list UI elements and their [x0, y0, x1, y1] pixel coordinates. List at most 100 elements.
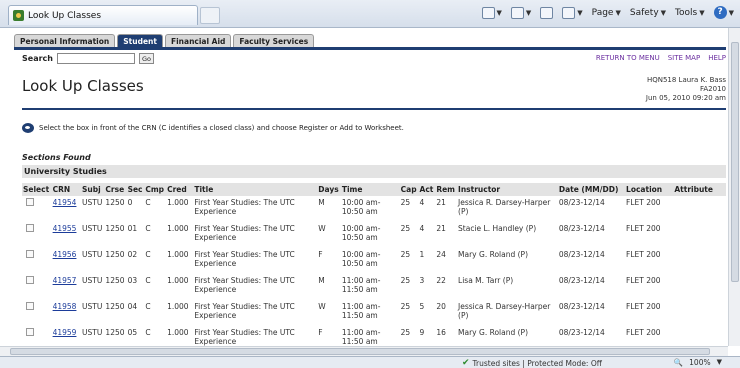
- horizontal-scrollbar[interactable]: [0, 346, 728, 356]
- subj-cell: USTU: [81, 276, 103, 285]
- tab-student[interactable]: Student: [117, 34, 163, 48]
- crse-cell: 1250: [105, 276, 125, 285]
- time-cell: 10:00 am-10:50 am: [341, 198, 381, 216]
- act-cell: 1: [419, 250, 425, 259]
- vertical-scrollbar[interactable]: [728, 28, 740, 346]
- select-checkbox[interactable]: [26, 302, 34, 310]
- info-icon: [22, 123, 34, 133]
- crse-cell: 1250: [105, 224, 125, 233]
- home-button[interactable]: ▼: [481, 6, 502, 19]
- subj-cell: USTU: [81, 198, 103, 207]
- vertical-scroll-thumb[interactable]: [731, 42, 739, 282]
- title-cell: First Year Studies: The UTC Experience: [194, 198, 295, 216]
- info-message: Select the box in front of the CRN (C id…: [22, 123, 404, 133]
- sec-cell: 04: [127, 302, 138, 311]
- mail-icon: [540, 6, 554, 19]
- crn-link[interactable]: 41956: [53, 250, 77, 259]
- feeds-button[interactable]: ▼: [510, 6, 531, 19]
- act-cell: 4: [419, 198, 425, 207]
- column-header: Rem: [435, 183, 458, 196]
- days-cell: W: [318, 302, 326, 311]
- tab-financial-aid[interactable]: Financial Aid: [164, 34, 232, 48]
- table-row: 41958 USTU 1250 04 C 1.000 First Year St…: [22, 300, 726, 326]
- column-header: Subj: [80, 183, 105, 196]
- table-row: 41955 USTU 1250 01 C 1.000 First Year St…: [22, 222, 726, 248]
- tab-personal-information[interactable]: Personal Information: [14, 34, 116, 48]
- select-checkbox[interactable]: [26, 198, 34, 206]
- site-map-link[interactable]: SITE MAP: [668, 54, 700, 62]
- time-cell: 10:00 am-10:50 am: [341, 224, 381, 242]
- browser-toolbar: Look Up Classes ▼ ▼ ▼ Page ▼ Safety ▼ Tool…: [0, 0, 740, 28]
- tab-faculty-services[interactable]: Faculty Services: [233, 34, 315, 48]
- instructor-cell: Jessica R. Darsey-Harper (P): [458, 198, 551, 216]
- cred-cell: 1.000: [167, 302, 189, 311]
- command-bar: ▼ ▼ ▼ Page ▼ Safety ▼ Tools ▼ ? ▼: [481, 6, 734, 19]
- safety-menu[interactable]: Safety ▼: [630, 8, 666, 18]
- attribute-cell: [673, 222, 726, 248]
- subj-cell: USTU: [81, 250, 103, 259]
- browser-tab[interactable]: Look Up Classes: [8, 5, 198, 25]
- security-zone[interactable]: ✔ Trusted sites | Protected Mode: Off: [462, 358, 602, 368]
- cmp-cell: C: [145, 302, 151, 311]
- favicon-icon: [13, 10, 24, 21]
- horizontal-scroll-thumb[interactable]: [10, 348, 710, 355]
- date-cell: 08/23-12/14: [558, 198, 605, 207]
- attribute-cell: [673, 274, 726, 300]
- crn-link[interactable]: 41957: [53, 276, 77, 285]
- rem-cell: 21: [436, 198, 446, 207]
- column-header: CRN: [51, 183, 81, 196]
- column-header: Cmp: [144, 183, 167, 196]
- zoom-icon: 🔍: [673, 358, 684, 367]
- sec-cell: 02: [127, 250, 138, 259]
- cred-cell: 1.000: [167, 198, 189, 207]
- tools-menu[interactable]: Tools ▼: [675, 8, 705, 18]
- table-row: 41956 USTU 1250 02 C 1.000 First Year St…: [22, 248, 726, 274]
- zoom-control[interactable]: 🔍 100% ▼: [674, 358, 722, 367]
- subj-cell: USTU: [81, 224, 103, 233]
- cmp-cell: C: [145, 198, 151, 207]
- title-cell: First Year Studies: The UTC Experience: [194, 276, 295, 294]
- cmp-cell: C: [145, 250, 151, 259]
- tab-divider: [14, 47, 726, 50]
- instructor-cell: Jessica R. Darsey-Harper (P): [458, 302, 551, 320]
- location-cell: FLET 200: [626, 276, 661, 285]
- zoom-level: 100%: [689, 358, 711, 367]
- location-cell: FLET 200: [626, 224, 661, 233]
- cred-cell: 1.000: [167, 250, 189, 259]
- column-header: Select: [22, 183, 52, 196]
- select-checkbox[interactable]: [26, 224, 34, 232]
- mail-button[interactable]: [540, 6, 554, 19]
- table-row: 41954 USTU 1250 0 C 1.000 First Year Stu…: [22, 196, 726, 222]
- page-menu[interactable]: Page ▼: [592, 8, 621, 18]
- select-checkbox[interactable]: [26, 250, 34, 258]
- new-tab-button[interactable]: [200, 7, 220, 24]
- sec-cell: 01: [127, 224, 138, 233]
- crn-link[interactable]: 41955: [53, 224, 77, 233]
- help-menu[interactable]: ? ▼: [713, 6, 734, 19]
- status-bar: ✔ Trusted sites | Protected Mode: Off 🔍 …: [0, 356, 740, 368]
- home-icon: [481, 6, 495, 19]
- select-checkbox[interactable]: [26, 328, 34, 336]
- go-button[interactable]: Go: [138, 53, 154, 64]
- results-table: Select CRN Subj Crse Sec Cmp Cred Title …: [22, 183, 726, 352]
- select-checkbox[interactable]: [26, 276, 34, 284]
- crn-link[interactable]: 41954: [53, 198, 77, 207]
- act-cell: 3: [419, 276, 425, 285]
- cap-cell: 25: [400, 276, 411, 285]
- cap-cell: 25: [400, 224, 411, 233]
- search-input[interactable]: [56, 53, 135, 64]
- crn-link[interactable]: 41959: [53, 328, 77, 337]
- days-cell: M: [318, 276, 325, 285]
- crn-link[interactable]: 41958: [53, 302, 77, 311]
- act-cell: 4: [419, 224, 425, 233]
- print-button[interactable]: ▼: [562, 6, 583, 19]
- return-to-menu-link[interactable]: RETURN TO MENU: [596, 54, 660, 62]
- instructor-cell: Stacie L. Handley (P): [458, 224, 537, 233]
- title-cell: First Year Studies: The UTC Experience: [194, 250, 295, 268]
- date-cell: 08/23-12/14: [558, 276, 605, 285]
- security-zone-text: Trusted sites | Protected Mode: Off: [472, 358, 602, 368]
- cred-cell: 1.000: [167, 224, 189, 233]
- help-link[interactable]: HELP: [708, 54, 726, 62]
- cmp-cell: C: [145, 224, 151, 233]
- rem-cell: 24: [436, 250, 446, 259]
